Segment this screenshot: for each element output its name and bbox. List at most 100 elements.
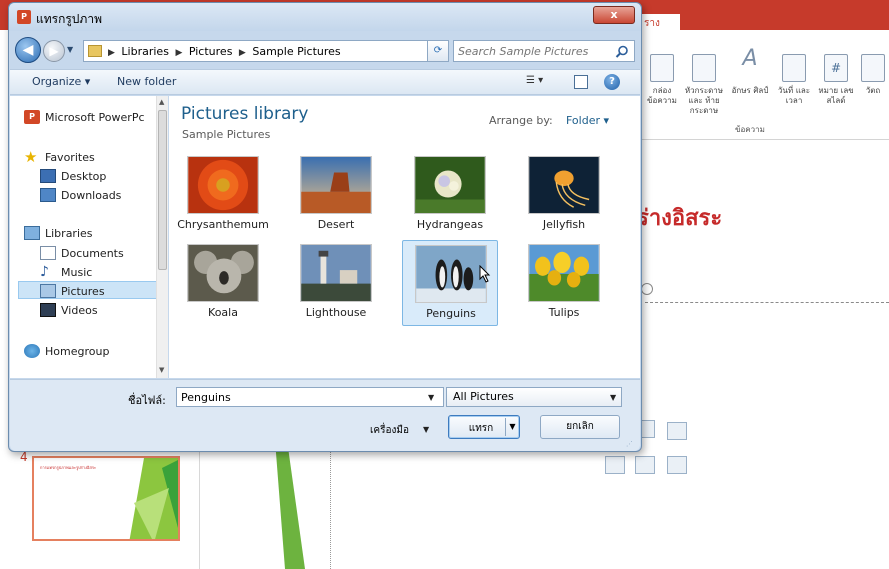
slide-thumbnail[interactable]: การแทรกรูปภาพและรูปร่างอิสระ (32, 456, 180, 541)
back-button[interactable]: ◀ (15, 37, 41, 63)
refresh-button[interactable]: ⟳ (427, 40, 449, 62)
search-input[interactable] (458, 43, 608, 59)
dialog-footer: ชื่อไฟล์: ▼ All Pictures ▼ เครื่องมือ ▼ … (10, 379, 640, 451)
help-icon[interactable]: ? (604, 74, 620, 90)
nav-item-videos[interactable]: Videos (40, 301, 98, 319)
nav-item-homegroup[interactable]: Homegroup (24, 342, 109, 360)
dialog-titlebar[interactable]: P แทรกรูปภาพ x (9, 3, 641, 31)
close-button[interactable]: x (593, 6, 635, 24)
rotate-handle-icon[interactable] (641, 283, 653, 295)
hydrangeas-thumbnail (414, 156, 486, 214)
homegroup-icon (24, 344, 40, 358)
slide-edge-line (330, 440, 331, 569)
picture-label: Tulips (548, 306, 580, 319)
jellyfish-thumbnail (528, 156, 600, 214)
picture-tile-penguins[interactable]: Penguins (402, 240, 498, 326)
address-breadcrumb[interactable]: ▶ Libraries ▶ Pictures ▶ Sample Pictures… (83, 40, 449, 62)
picture-tile-koala[interactable]: Koala (175, 240, 271, 326)
nav-item-documents[interactable]: Documents (40, 244, 124, 262)
insert-button[interactable]: แทรก ▼ (448, 415, 520, 439)
search-icon[interactable] (614, 44, 630, 60)
scroll-down-icon[interactable]: ▼ (159, 366, 164, 374)
online-picture-icon[interactable] (635, 456, 655, 474)
star-icon: ★ (24, 148, 38, 166)
scroll-thumb[interactable] (158, 110, 167, 270)
resize-grip-icon[interactable]: ⋰ (626, 440, 636, 450)
folder-icon (88, 45, 102, 57)
nav-item-music[interactable]: ♪ Music (40, 263, 92, 281)
arrange-by-dropdown[interactable]: Folder ▾ (566, 114, 609, 127)
nav-item-downloads[interactable]: Downloads (40, 186, 121, 204)
chart-icon[interactable] (641, 420, 655, 438)
chevron-right-icon[interactable]: ▶ (175, 48, 182, 58)
picture-tile-chrysanthemum[interactable]: Chrysanthemum (175, 152, 271, 238)
mouse-cursor-icon (479, 265, 491, 283)
ribbon-datetime-button[interactable]: วันที่ และเวลา (774, 54, 814, 106)
video-icon[interactable] (667, 456, 687, 474)
search-box (453, 40, 635, 62)
ribbon-textbox-button[interactable]: กล่อง ข้อความ (642, 54, 682, 106)
breadcrumb: ▶ Libraries ▶ Pictures ▶ Sample Pictures (108, 45, 344, 58)
lighthouse-thumbnail (300, 244, 372, 302)
dialog-title: แทรกรูปภาพ (36, 12, 102, 26)
file-type-dropdown-icon[interactable]: ▼ (610, 393, 616, 402)
scroll-up-icon[interactable]: ▲ (159, 98, 164, 106)
navigation-pane: P Microsoft PowerPc ★ Favorites Desktop … (10, 96, 168, 378)
nav-item-pictures[interactable]: Pictures (40, 282, 105, 300)
new-folder-button[interactable]: New folder (117, 75, 176, 88)
calendar-icon (782, 54, 806, 82)
powerpoint-icon: P (24, 110, 40, 124)
tools-dropdown-icon[interactable]: ▼ (423, 425, 429, 434)
library-subtitle: Sample Pictures (182, 128, 271, 141)
object-icon (861, 54, 885, 82)
smartart-icon[interactable] (667, 422, 687, 440)
address-bar: ◀ ▶ ▼ ▶ Libraries ▶ Pictures ▶ Sample Pi… (9, 33, 641, 67)
slide-number: 4 (20, 450, 28, 464)
nav-item-powerpoint[interactable]: P Microsoft PowerPc (24, 108, 145, 126)
picture-tile-jellyfish[interactable]: Jellyfish (516, 152, 612, 238)
insert-button-label: แทรก (468, 423, 494, 434)
cancel-button[interactable]: ยกเลิก (540, 415, 620, 439)
recent-pages-dropdown[interactable]: ▼ (67, 45, 73, 54)
ribbon-object-button[interactable]: วัตถ (858, 54, 888, 96)
libraries-icon (24, 226, 40, 240)
chevron-right-icon[interactable]: ▶ (239, 48, 246, 58)
tools-button[interactable]: เครื่องมือ (370, 423, 409, 438)
ribbon-header-footer-button[interactable]: หัวกระดาษและ ท้ายกระดาษ (684, 54, 724, 116)
ribbon-wordart-button[interactable]: A อักษร ศิลป์ (730, 48, 770, 96)
header-footer-icon (692, 54, 716, 82)
nav-item-favorites[interactable]: ★ Favorites (24, 148, 95, 166)
textbox-icon (650, 54, 674, 82)
breadcrumb-pictures[interactable]: Pictures (189, 45, 233, 58)
videos-icon (40, 303, 56, 317)
picture-icon[interactable] (605, 456, 625, 474)
nav-item-desktop[interactable]: Desktop (40, 167, 106, 185)
picture-tile-desert[interactable]: Desert (288, 152, 384, 238)
picture-tile-hydrangeas[interactable]: Hydrangeas (402, 152, 498, 238)
picture-label: Desert (317, 218, 355, 231)
chrysanthemum-thumbnail (187, 156, 259, 214)
breadcrumb-libraries[interactable]: Libraries (121, 45, 169, 58)
file-type-select[interactable]: All Pictures (446, 387, 622, 407)
preview-pane-icon[interactable] (574, 75, 588, 89)
filename-dropdown-icon[interactable]: ▼ (428, 393, 434, 402)
picture-label: Penguins (426, 307, 476, 320)
nav-scrollbar[interactable]: ▲ ▼ (156, 96, 168, 378)
change-view-button[interactable]: ☰ ▾ (526, 75, 556, 91)
ribbon-insert-group: กล่อง ข้อความ หัวกระดาษและ ท้ายกระดาษ A … (640, 30, 889, 140)
insert-dropdown-icon[interactable]: ▼ (505, 418, 519, 436)
picture-tile-lighthouse[interactable]: Lighthouse (288, 240, 384, 326)
downloads-icon (40, 188, 56, 202)
chevron-right-icon[interactable]: ▶ (108, 48, 115, 58)
picture-tile-tulips[interactable]: Tulips (516, 240, 612, 326)
slide-title-text[interactable]: ร่างอิสระ (637, 200, 722, 235)
documents-icon (40, 246, 56, 260)
organize-button[interactable]: Organize ▾ (32, 75, 90, 88)
nav-item-libraries[interactable]: Libraries (24, 224, 93, 242)
forward-button[interactable]: ▶ (43, 40, 65, 62)
filename-input[interactable] (176, 387, 444, 407)
green-decoration-icon (129, 458, 178, 539)
ribbon-slide-number-button[interactable]: # หมาย เลขสไลด์ (816, 54, 856, 106)
breadcrumb-sample-pictures[interactable]: Sample Pictures (252, 45, 340, 58)
ribbon-tab-stub[interactable]: ราง (640, 14, 680, 30)
